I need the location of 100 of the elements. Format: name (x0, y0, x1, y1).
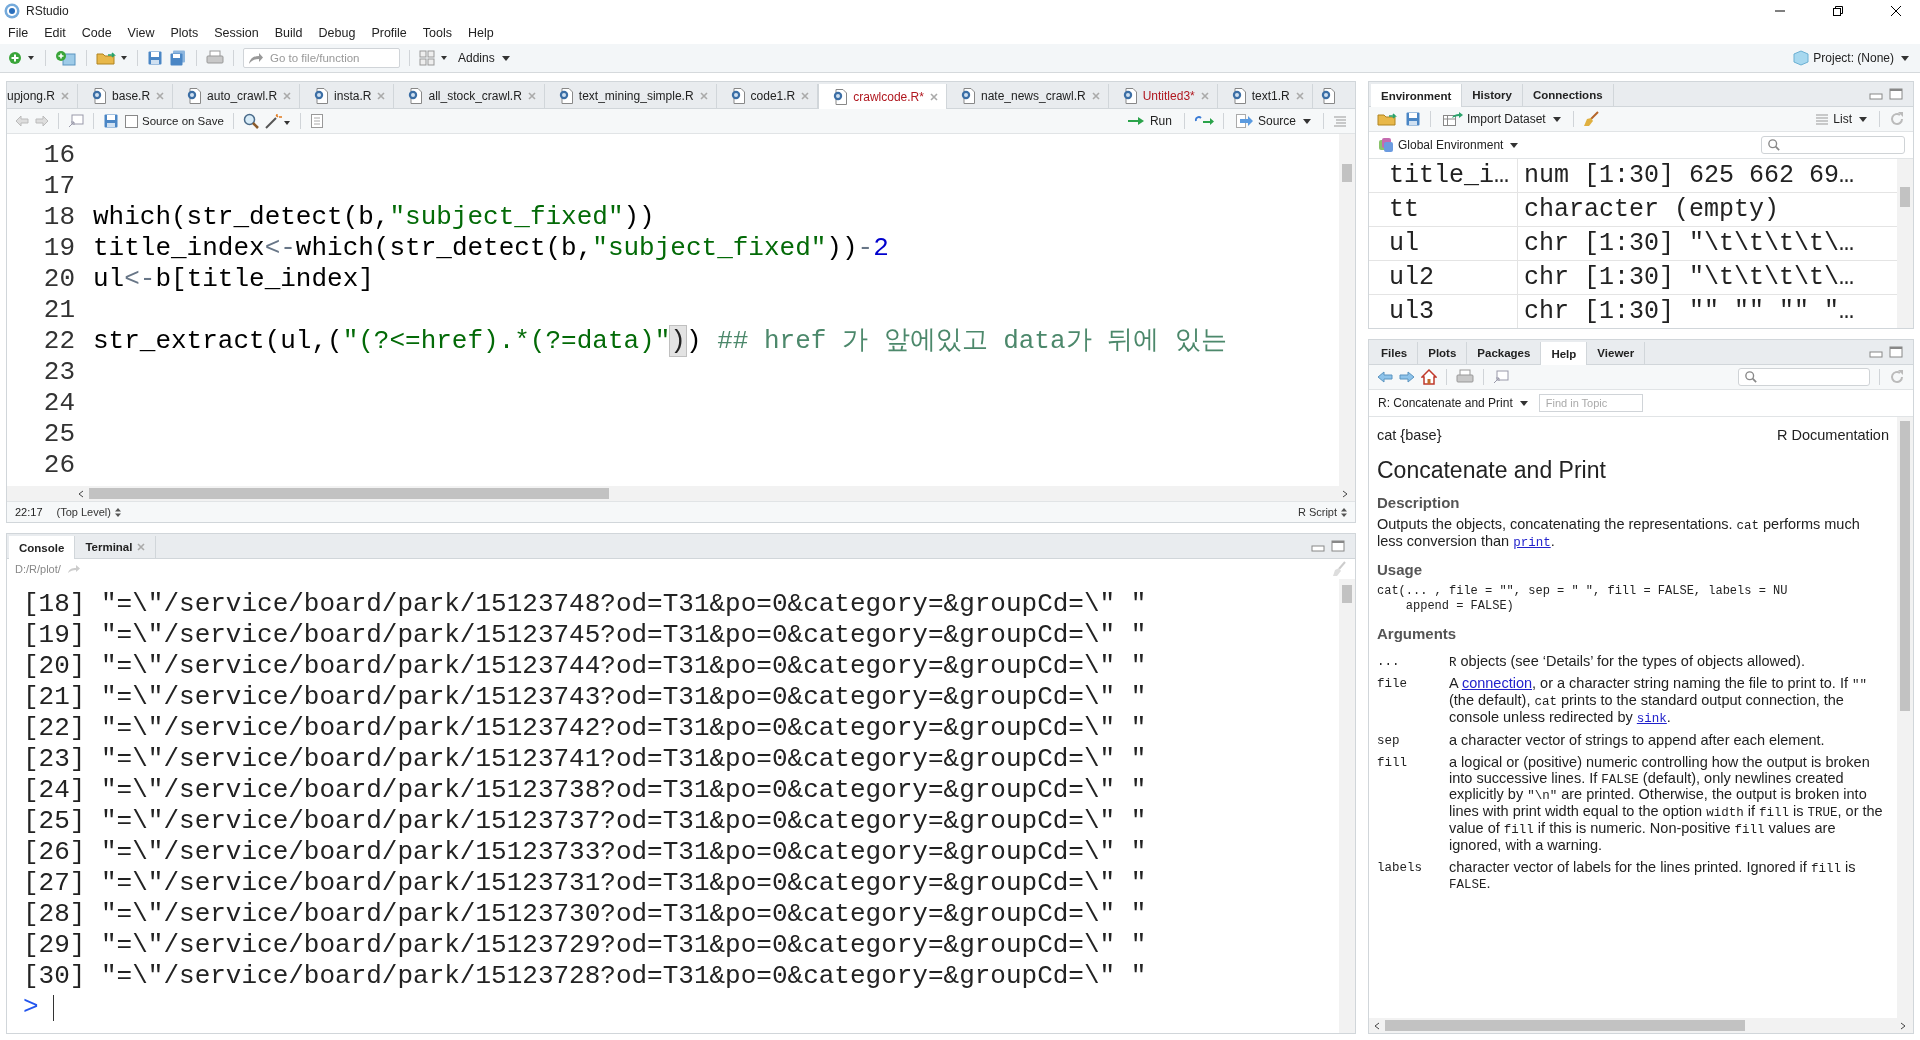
menu-item[interactable]: Build (274, 26, 303, 40)
back-icon[interactable] (15, 115, 29, 127)
broom-icon[interactable] (1582, 111, 1599, 127)
scrollbar[interactable] (1339, 134, 1355, 486)
project-menu[interactable]: Project: (None) (1790, 48, 1912, 68)
refresh-icon[interactable] (1889, 111, 1905, 127)
scroll-right-icon[interactable] (1899, 1021, 1907, 1030)
forward-icon[interactable] (35, 115, 49, 127)
save-icon[interactable] (147, 50, 163, 66)
menu-item[interactable]: Profile (371, 26, 407, 40)
outline-icon[interactable] (1333, 115, 1347, 127)
go-to-directory-icon[interactable] (66, 564, 81, 574)
line-number: 22 (42, 326, 76, 357)
help-pane-tab[interactable]: Viewer (1587, 342, 1646, 364)
environment-scope-menu[interactable]: Global Environment (1375, 135, 1522, 155)
source-on-save-checkbox[interactable]: Source on Save (125, 114, 224, 128)
close-tab-icon[interactable] (929, 92, 938, 101)
close-tab-icon[interactable] (699, 92, 708, 100)
import-dataset-button[interactable]: Import Dataset (1440, 109, 1564, 129)
r-file-icon (1231, 88, 1246, 104)
scrollbar[interactable] (7, 486, 1355, 501)
close-tab-icon[interactable] (527, 92, 536, 100)
find-in-topic-field[interactable]: Find in Topic (1538, 394, 1643, 412)
menu-item[interactable]: Help (468, 26, 494, 40)
maximize-pane-icon[interactable] (1889, 346, 1903, 358)
search-field[interactable] (1761, 136, 1905, 154)
close-tab-icon[interactable] (137, 543, 146, 551)
menu-item[interactable]: View (127, 26, 155, 40)
menu-item[interactable]: Session (214, 26, 259, 40)
run-button[interactable]: Run (1124, 111, 1175, 131)
variable-name: ul2 (1369, 261, 1518, 294)
refresh-icon[interactable] (1889, 369, 1905, 385)
open-folder-icon[interactable] (96, 50, 128, 66)
scrollbar[interactable] (1369, 1018, 1913, 1033)
file-type-menu[interactable]: R Script (1297, 506, 1347, 518)
console-tab[interactable]: Terminal (75, 536, 157, 558)
menu-item[interactable]: Tools (422, 26, 452, 40)
save-icon[interactable] (1405, 111, 1421, 127)
scrollbar[interactable] (1339, 579, 1355, 1033)
menu-item[interactable]: Edit (44, 26, 66, 40)
scroll-left-icon[interactable] (77, 489, 85, 498)
show-in-window-icon[interactable] (68, 114, 84, 128)
go-to-file-field[interactable]: Go to file/function (243, 48, 400, 68)
editor-tab[interactable]: crawlcode.R* (818, 84, 947, 109)
close-tab-icon[interactable] (1295, 92, 1304, 100)
environment-tab[interactable]: Environment (1371, 84, 1463, 107)
clear-console-icon[interactable] (1331, 561, 1347, 577)
scrollbar[interactable] (1897, 159, 1913, 328)
scroll-left-icon[interactable] (1373, 1021, 1381, 1030)
help-pane-tab[interactable]: Help (1541, 342, 1588, 365)
console-prompt[interactable]: > (23, 992, 39, 1023)
close-tab-icon[interactable] (283, 92, 292, 100)
magic-wand-icon[interactable] (264, 113, 291, 129)
show-in-window-icon[interactable] (1493, 370, 1509, 384)
help-link[interactable]: connection (1461, 675, 1533, 692)
maximize-pane-icon[interactable] (1331, 540, 1345, 552)
source-button[interactable]: Source (1232, 111, 1314, 131)
search-field[interactable] (1738, 368, 1870, 386)
menu-item[interactable]: Debug (318, 26, 356, 40)
close-tab-icon[interactable] (801, 92, 810, 100)
view-mode-menu[interactable]: List (1812, 109, 1870, 129)
close-tab-icon[interactable] (61, 92, 70, 100)
restore-icon[interactable] (1832, 5, 1844, 17)
close-tab-icon[interactable] (1091, 92, 1100, 100)
editor-tab[interactable]: upjong.R (7, 84, 79, 108)
scrollbar[interactable] (1897, 417, 1913, 1018)
close-tab-icon[interactable] (156, 92, 165, 100)
close-tab-icon[interactable] (377, 92, 386, 100)
open-folder-icon[interactable] (1377, 111, 1399, 127)
menu-item[interactable]: File (8, 26, 29, 40)
save-all-icon[interactable] (169, 50, 187, 66)
help-topic-menu[interactable]: R: Concatenate and Print (1375, 393, 1531, 413)
console-tab[interactable]: Console (9, 536, 76, 559)
line-number: 18 (42, 202, 76, 233)
help-pane-tab[interactable]: Files (1371, 342, 1419, 364)
back-icon[interactable] (1377, 371, 1393, 383)
environment-tab[interactable]: History (1462, 84, 1523, 106)
close-icon[interactable] (1890, 5, 1902, 17)
new-file-icon[interactable] (8, 50, 36, 66)
environment-tab[interactable]: Connections (1522, 84, 1614, 106)
help-pane-tab[interactable]: Plots (1418, 342, 1468, 364)
save-icon[interactable] (103, 113, 119, 129)
help-link[interactable]: print (1513, 535, 1551, 550)
help-link[interactable]: sink (1636, 711, 1667, 726)
maximize-pane-icon[interactable] (1889, 88, 1903, 100)
menu-item[interactable]: Code (81, 26, 112, 40)
close-tab-icon[interactable] (1200, 92, 1209, 100)
home-icon[interactable] (1421, 369, 1437, 385)
search-icon[interactable] (242, 113, 259, 129)
notebook-icon[interactable] (309, 113, 324, 129)
addins-menu[interactable]: Addins (455, 48, 513, 68)
menu-item[interactable]: Plots (170, 26, 199, 40)
forward-icon[interactable] (1399, 371, 1415, 383)
print-icon[interactable] (1456, 369, 1474, 385)
scope-menu[interactable]: (Top Level) (56, 506, 121, 518)
rerun-icon[interactable] (1193, 115, 1214, 127)
print-icon[interactable] (206, 50, 224, 66)
scroll-right-icon[interactable] (1341, 489, 1349, 498)
layout-grid-icon[interactable] (419, 50, 449, 66)
new-project-icon[interactable] (55, 50, 77, 66)
